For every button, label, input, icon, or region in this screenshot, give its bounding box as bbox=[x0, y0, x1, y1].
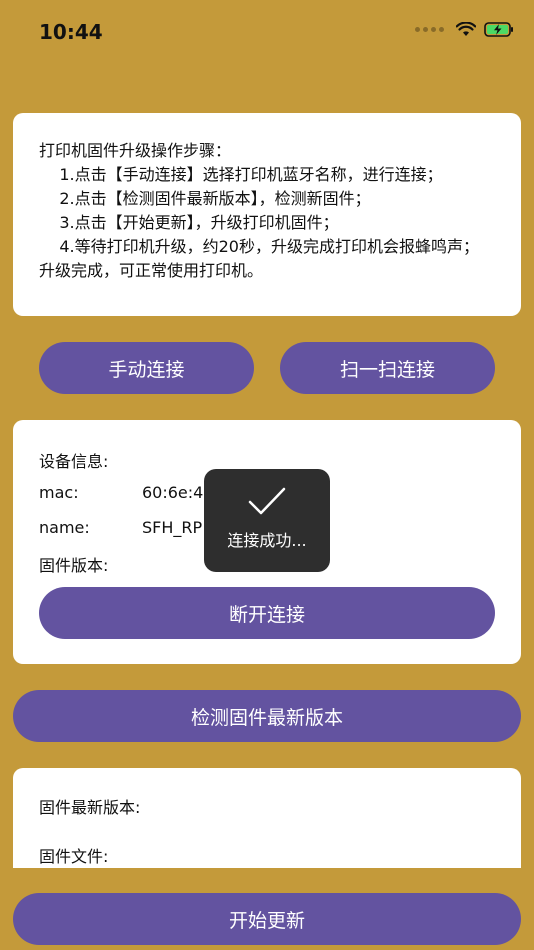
name-label: name: bbox=[39, 518, 90, 537]
check-latest-firmware-button[interactable]: 检测固件最新版本 bbox=[13, 690, 521, 742]
firmware-info-card: 固件最新版本: 固件文件: bbox=[13, 768, 521, 868]
mac-label: mac: bbox=[39, 483, 79, 502]
start-update-button[interactable]: 开始更新 bbox=[13, 893, 521, 945]
connection-success-toast: 连接成功... bbox=[204, 469, 330, 572]
device-info-title: 设备信息: bbox=[39, 452, 109, 471]
scan-connect-button[interactable]: 扫一扫连接 bbox=[280, 342, 495, 394]
firmware-version-label: 固件版本: bbox=[39, 556, 109, 575]
upgrade-steps-text: 打印机固件升级操作步骤： 1.点击【手动连接】选择打印机蓝牙名称，进行连接； 2… bbox=[39, 141, 479, 280]
disconnect-button[interactable]: 断开连接 bbox=[39, 587, 495, 639]
checkmark-icon bbox=[248, 487, 286, 515]
toast-message: 连接成功... bbox=[227, 531, 307, 550]
mac-value: 60:6e:4 bbox=[142, 483, 204, 502]
latest-version-label: 固件最新版本: bbox=[39, 798, 141, 817]
name-value: SFH_RP bbox=[142, 518, 203, 537]
battery-charging-icon bbox=[484, 22, 513, 37]
wifi-icon bbox=[456, 22, 476, 36]
firmware-file-label: 固件文件: bbox=[39, 847, 109, 866]
status-icons bbox=[415, 22, 514, 37]
status-time: 10:44 bbox=[39, 20, 103, 44]
cellular-signal-icon bbox=[415, 27, 444, 32]
manual-connect-button[interactable]: 手动连接 bbox=[39, 342, 254, 394]
upgrade-steps-card: 打印机固件升级操作步骤： 1.点击【手动连接】选择打印机蓝牙名称，进行连接； 2… bbox=[13, 113, 521, 316]
status-bar: 10:44 bbox=[0, 0, 534, 64]
